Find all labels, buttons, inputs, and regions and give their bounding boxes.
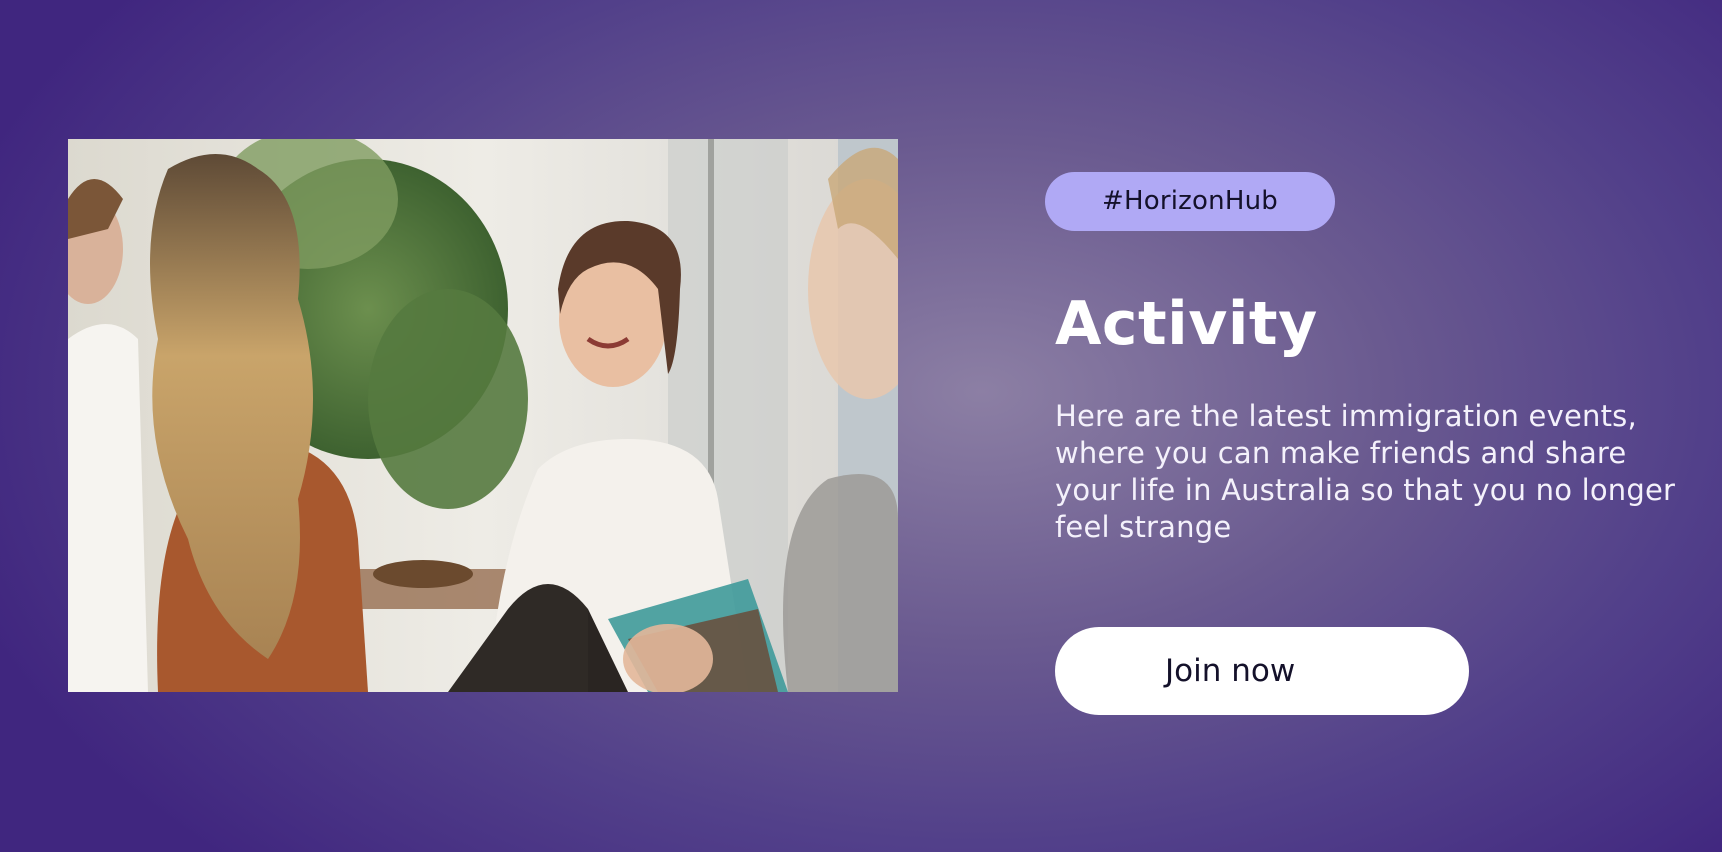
activity-description: Here are the latest immigration events, …	[1055, 399, 1676, 544]
page-title: Activity	[1055, 289, 1318, 359]
join-now-button[interactable]: Join now	[1055, 627, 1469, 715]
hashtag-badge[interactable]: #HorizonHub	[1045, 172, 1335, 231]
event-photo-illustration	[68, 139, 898, 692]
event-photo	[68, 139, 898, 692]
